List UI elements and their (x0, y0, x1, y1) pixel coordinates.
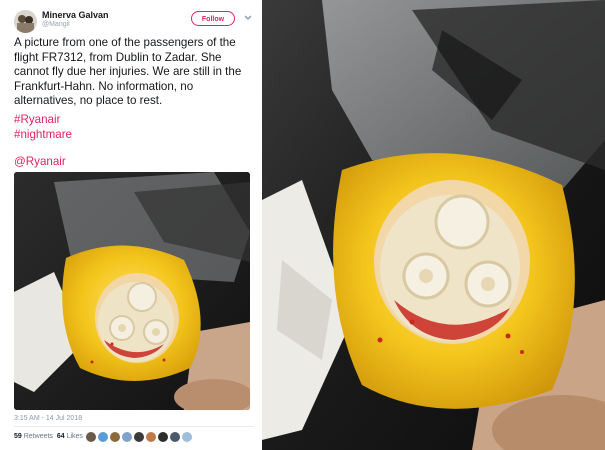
follow-button[interactable]: Follow (191, 11, 235, 26)
liker-avatar[interactable] (170, 432, 180, 442)
avatar[interactable] (14, 10, 37, 33)
liker-avatar[interactable] (86, 432, 96, 442)
user-handle[interactable]: @Mangil (42, 21, 70, 28)
chevron-down-icon[interactable] (243, 12, 253, 22)
divider (14, 426, 254, 427)
liker-avatar[interactable] (158, 432, 168, 442)
liker-avatar[interactable] (98, 432, 108, 442)
likes-count[interactable]: 64 (57, 433, 65, 440)
tweet-text: A picture from one of the passengers of … (14, 36, 242, 107)
likes-label[interactable]: Likes (67, 433, 83, 440)
engagement-stats: 59 Retweets 64 Likes (14, 433, 83, 440)
retweets-count[interactable]: 59 (14, 433, 22, 440)
liker-avatar[interactable] (110, 432, 120, 442)
liker-avatar[interactable] (146, 432, 156, 442)
liker-avatar[interactable] (122, 432, 132, 442)
liker-avatar[interactable] (134, 432, 144, 442)
liker-avatar[interactable] (182, 432, 192, 442)
retweets-label[interactable]: Retweets (24, 433, 53, 440)
tweet-card: Minerva Galvan @Mangil Follow A picture … (0, 0, 262, 450)
tweet-timestamp[interactable]: 3:15 AM - 14 Jul 2018 (14, 415, 82, 422)
mention-ryanair[interactable]: @Ryanair (14, 155, 66, 170)
hashtag-nightmare[interactable]: #nightmare (14, 128, 72, 143)
tweet-photo[interactable] (14, 172, 250, 410)
enlarged-photo (262, 0, 605, 450)
display-name[interactable]: Minerva Galvan (42, 10, 109, 20)
hashtag-ryanair[interactable]: #Ryanair (14, 113, 60, 128)
